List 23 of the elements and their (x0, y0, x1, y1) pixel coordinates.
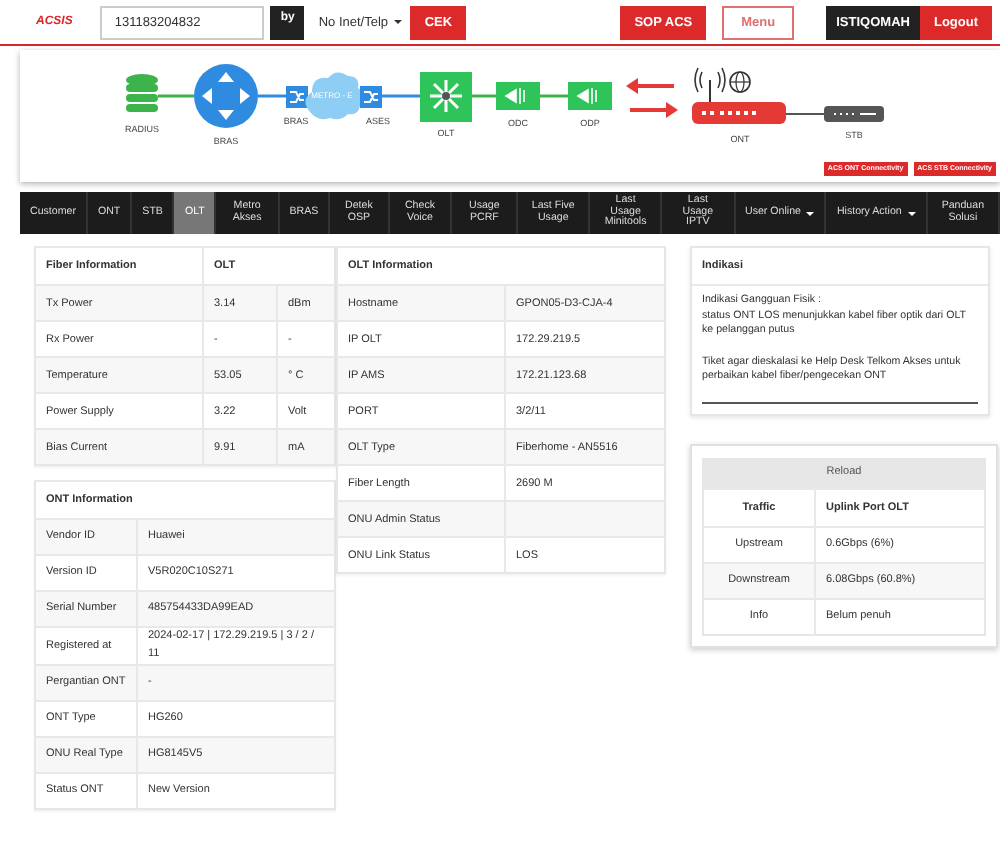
cloud-shape (305, 72, 364, 120)
ont-icon (692, 102, 786, 124)
caret-icon (806, 211, 815, 215)
connector-line (258, 94, 286, 98)
connector-line (540, 94, 568, 98)
router-icon (194, 64, 258, 128)
olt-icon (420, 72, 472, 122)
wifi-icon (694, 67, 726, 103)
caret-icon (394, 20, 403, 24)
database-icon (126, 74, 158, 112)
connector-line (472, 94, 496, 98)
connector-line (382, 94, 420, 98)
switch-icon (360, 86, 382, 108)
stb-icon (824, 106, 884, 122)
globe-icon (729, 71, 751, 93)
caret-icon (907, 211, 916, 215)
left-arrow-icon (626, 78, 674, 94)
switch-icon (286, 86, 308, 108)
connector-line (158, 94, 194, 98)
splitter-icon (496, 82, 540, 110)
right-arrow-icon (630, 102, 678, 118)
connector-line (785, 113, 825, 115)
splitter-icon (568, 82, 612, 110)
